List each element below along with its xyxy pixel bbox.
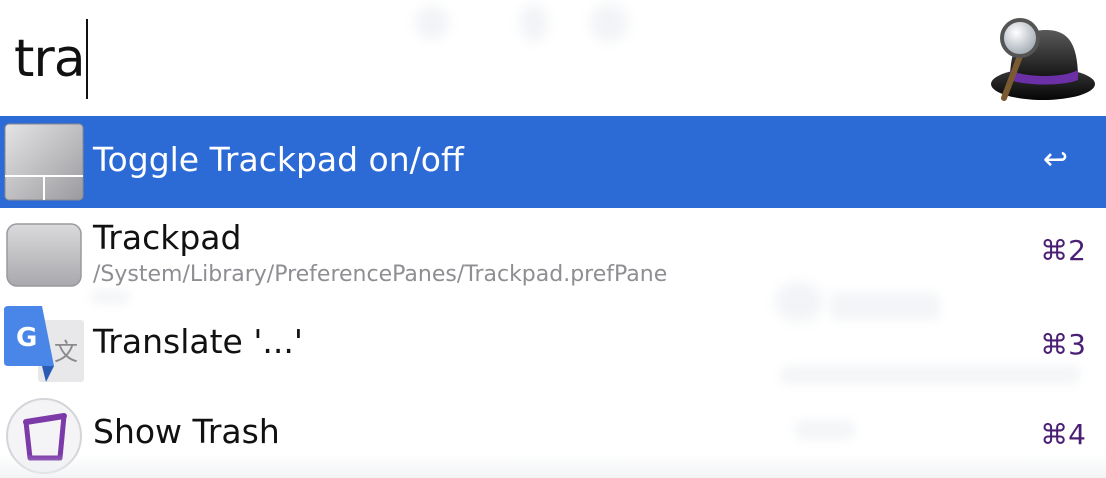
result-title: Show Trash (93, 412, 280, 451)
search-bar[interactable]: tra (0, 0, 1106, 116)
result-title: Translate '...' (93, 322, 303, 361)
trackpad-icon (6, 223, 82, 287)
return-key-hint: ↩ (1042, 142, 1068, 177)
alfred-window: tra Toggle Trackpad on/off ↩ Trackpad /S… (0, 0, 1106, 478)
result-row-selected[interactable]: Toggle Trackpad on/off ↩ (0, 116, 1106, 208)
google-translate-icon: G 文 (4, 306, 84, 382)
svg-text:文: 文 (54, 338, 78, 366)
result-title: Toggle Trackpad on/off (93, 140, 464, 179)
result-subtitle: /System/Library/PreferencePanes/Trackpad… (93, 262, 668, 287)
search-query: tra (14, 29, 86, 89)
shortcut-hint: ⌘4 (1040, 418, 1086, 451)
result-title: Trackpad (93, 218, 242, 257)
shortcut-hint: ⌘2 (1040, 234, 1086, 267)
result-row[interactable]: G 文 Translate '...' ⌘3 (0, 304, 1106, 398)
svg-text:G: G (16, 323, 37, 353)
alfred-hat-icon (991, 18, 1095, 101)
trackpad-icon (4, 123, 84, 201)
shortcut-hint: ⌘3 (1040, 328, 1086, 361)
results-list: Toggle Trackpad on/off ↩ Trackpad /Syste… (0, 116, 1106, 478)
search-input[interactable]: tra (14, 19, 88, 99)
result-row[interactable]: Trackpad /System/Library/PreferencePanes… (0, 208, 1106, 304)
bottom-fade (0, 454, 1106, 478)
text-caret (85, 19, 88, 99)
